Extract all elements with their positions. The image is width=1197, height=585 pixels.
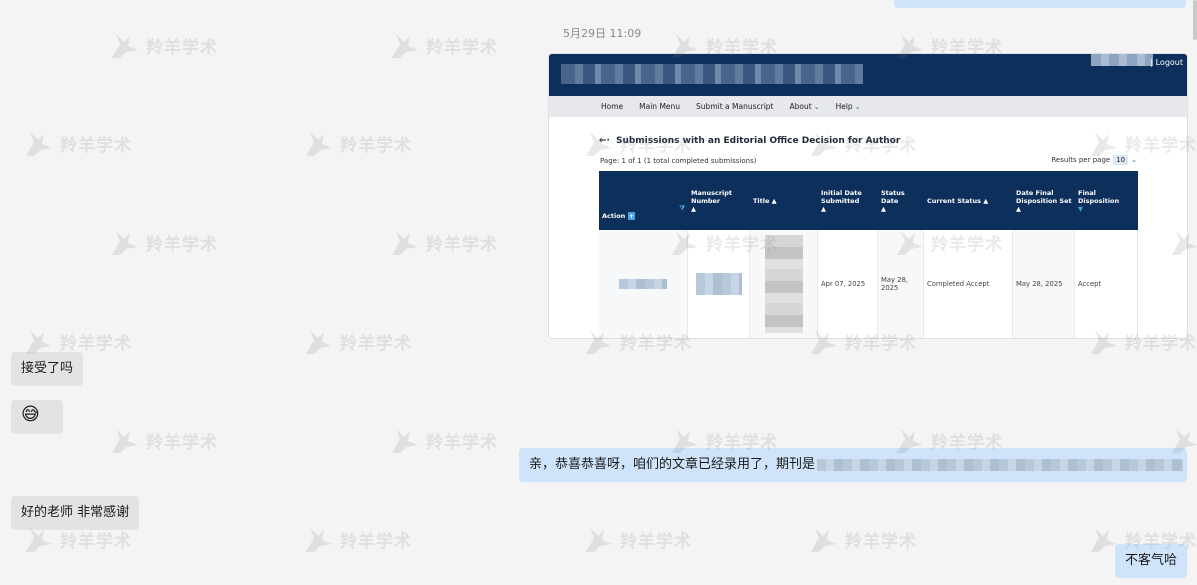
nav-home: Home: [601, 102, 624, 111]
chat-timestamp: 5月29日 11:09: [563, 27, 642, 40]
plus-square-icon: +: [627, 212, 636, 220]
antelope-logo-icon: [306, 528, 332, 552]
blurred-journal-logo: [561, 64, 863, 84]
emoji-message-bubble[interactable]: 😅: [11, 400, 63, 434]
message-bubble-outgoing[interactable]: 亲，恭喜恭喜呀，咱们的文章已经录用了，期刊是: [519, 448, 1187, 482]
antelope-logo-icon: [26, 132, 52, 156]
nav-help: Help ⌄: [835, 102, 861, 111]
antelope-logo-icon: [306, 132, 332, 156]
message-bubble-partial: [894, 0, 1186, 8]
antelope-logo-icon: [112, 231, 138, 255]
blurred-username: [1091, 54, 1153, 66]
antelope-logo-icon: [392, 34, 418, 58]
antelope-logo-icon: [586, 528, 612, 552]
journal-nav-bar: Home Main Menu Submit a Manuscript About…: [549, 96, 1187, 117]
sweat-smile-emoji-icon: 😅: [21, 404, 40, 425]
watermark: 羚羊学术: [108, 425, 218, 455]
message-bubble-outgoing[interactable]: 不客气哈: [1115, 544, 1187, 578]
watermark: 羚羊学术: [302, 128, 412, 158]
shared-screenshot-image[interactable]: | Logout Home Main Menu Submit a Manuscr…: [549, 54, 1187, 338]
submissions-table: Action + ⧩ Manuscript Number ▲ Title ▲ In…: [599, 171, 1138, 338]
results-per-page: Results per page 10 ⌄: [1051, 155, 1137, 165]
journal-header-bar: | Logout: [549, 54, 1187, 96]
antelope-logo-icon: [112, 429, 138, 453]
watermark: 羚羊学术: [582, 524, 692, 554]
nav-main-menu: Main Menu: [639, 102, 681, 111]
antelope-logo-icon: [811, 528, 837, 552]
chevron-down-icon: ⌄: [1131, 156, 1137, 164]
chevron-down-icon: ⌄: [813, 103, 820, 111]
antelope-logo-icon: [112, 34, 138, 58]
page-title: ←· Submissions with an Editorial Office D…: [599, 136, 901, 146]
watermark: 羚羊学术: [302, 524, 412, 554]
blurred-action: [619, 279, 667, 289]
antelope-logo-icon: [306, 330, 332, 354]
watermark: 羚羊学术: [22, 128, 132, 158]
message-bubble[interactable]: 好的老师 非常感谢: [11, 496, 140, 530]
chevron-down-icon: ⌄: [854, 103, 861, 111]
filter-icon: ⧩: [679, 204, 685, 212]
watermark: 羚羊学术: [302, 326, 412, 356]
logout-link: | Logout: [1150, 58, 1183, 67]
blurred-title: [764, 235, 803, 333]
watermark: 羚羊学术: [108, 30, 218, 60]
watermark: 羚羊学术: [807, 524, 917, 554]
blurred-manuscript-number: [695, 273, 742, 295]
nav-submit: Submit a Manuscript: [696, 102, 774, 111]
antelope-logo-icon: [392, 231, 418, 255]
back-arrow-icon: ←·: [599, 136, 610, 146]
antelope-logo-icon: [392, 429, 418, 453]
nav-about: About ⌄: [789, 102, 820, 111]
watermark: 羚羊学术: [388, 227, 498, 257]
watermark: 羚羊学术: [108, 227, 218, 257]
watermark: 羚羊学术: [388, 425, 498, 455]
watermark: 羚羊学术: [388, 30, 498, 60]
page-info: Page: 1 of 1 (1 total completed submissi…: [600, 157, 757, 165]
table-row: Apr 07, 2025 May 28, 2025 Completed Acce…: [599, 230, 1138, 338]
blurred-journal-name: [817, 458, 1184, 471]
message-bubble[interactable]: 接受了吗: [11, 352, 84, 386]
scrollbar[interactable]: [1193, 0, 1197, 40]
table-header: Action + ⧩ Manuscript Number ▲ Title ▲ In…: [599, 171, 1138, 230]
